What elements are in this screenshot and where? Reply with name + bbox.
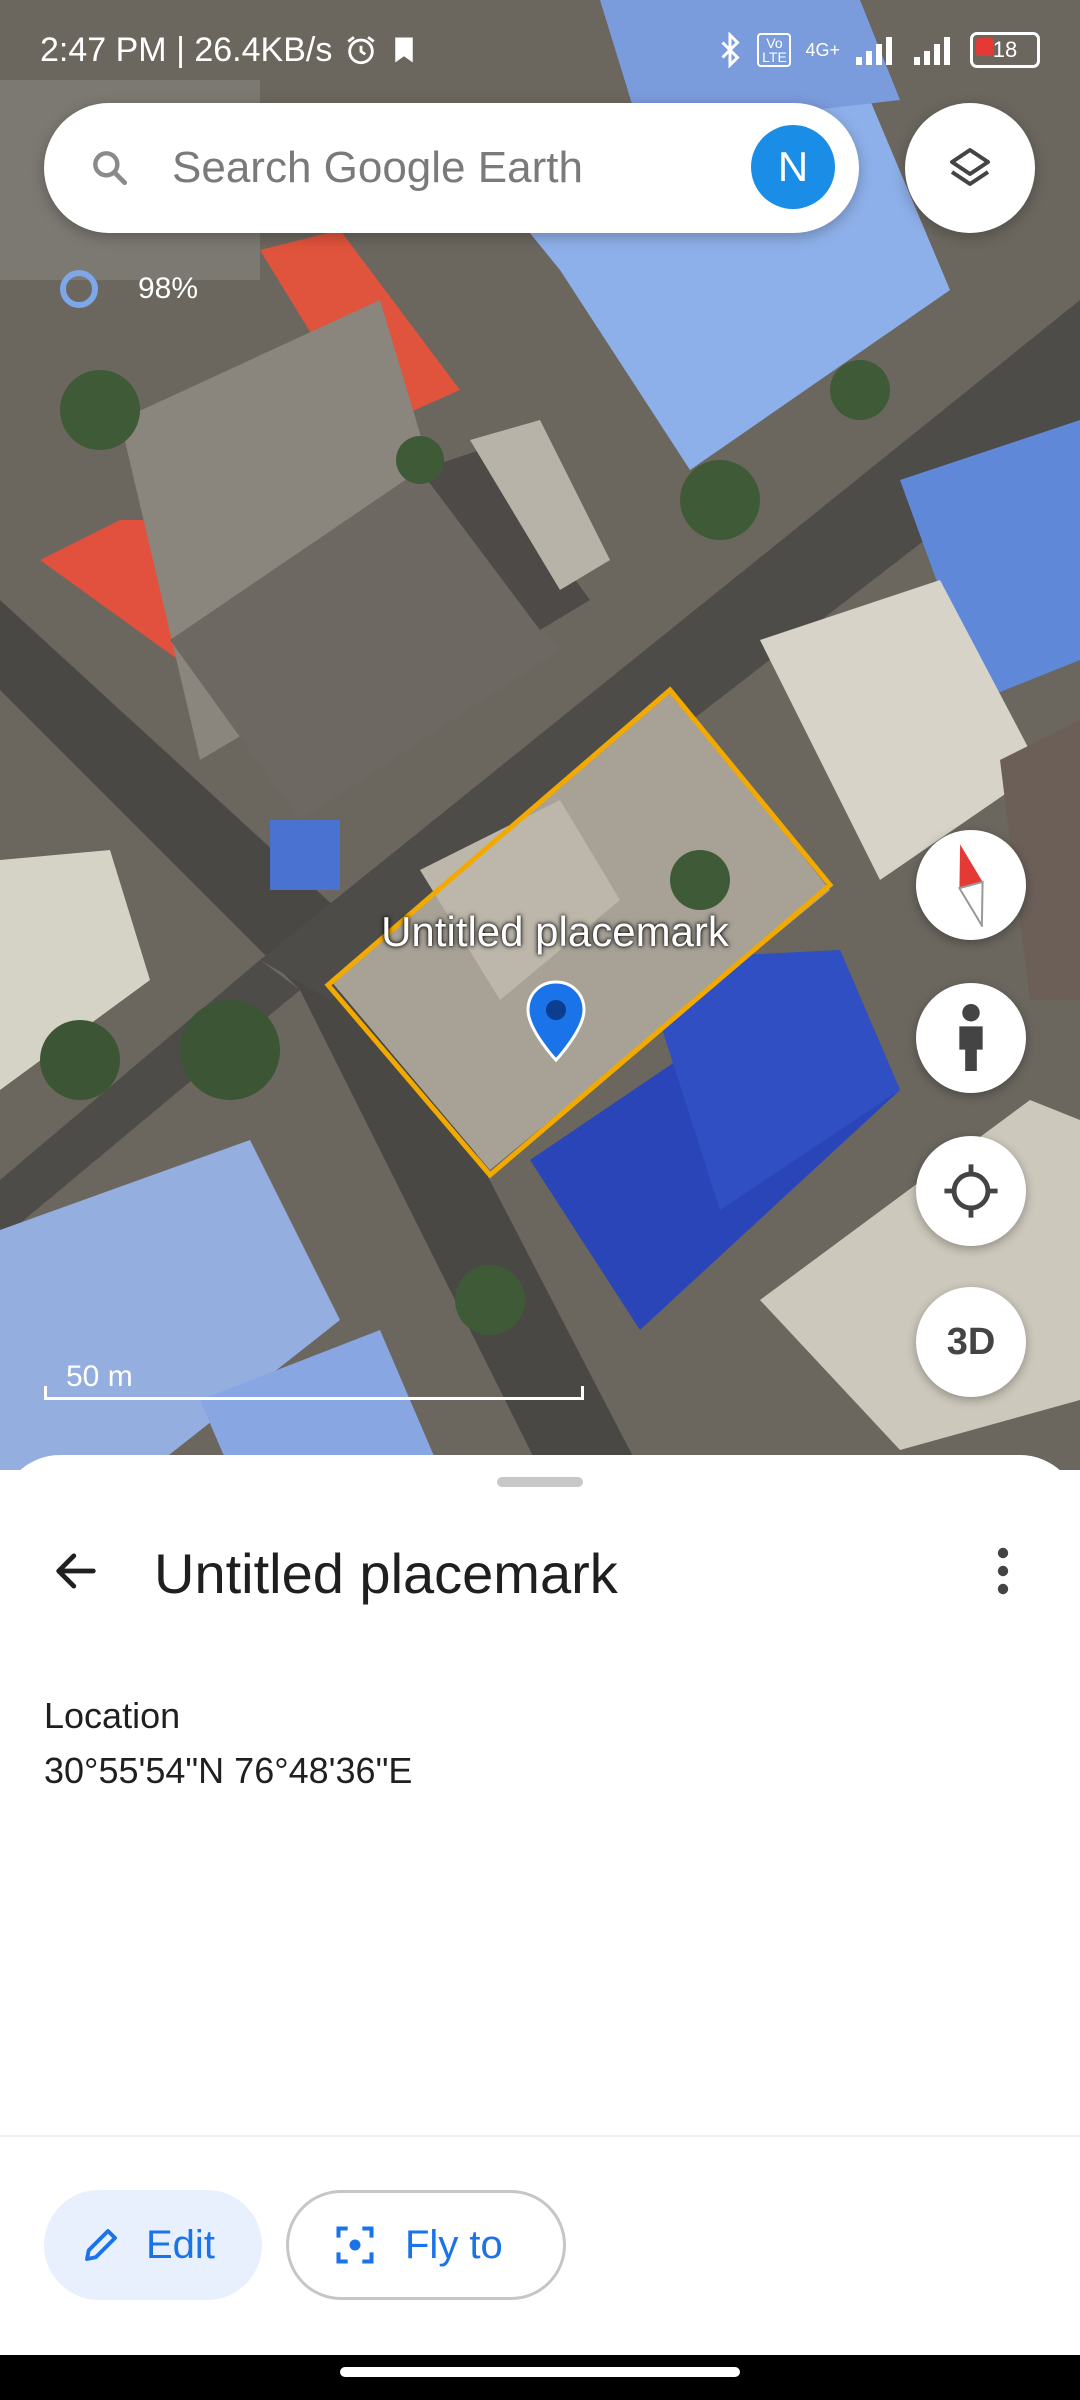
location-heading: Location (44, 1695, 181, 1736)
search-icon (93, 151, 128, 186)
pencil-icon (85, 2229, 117, 2261)
alarm-icon (347, 36, 375, 65)
fly-to-button[interactable]: Fly to (286, 2190, 566, 2300)
status-bar: 2:47 PM | 26.4KB/s Vo LTE 4G+ 18 (0, 0, 1080, 100)
signal-icon (856, 37, 892, 65)
edit-button[interactable]: Edit (44, 2190, 262, 2300)
street-view-button[interactable] (916, 983, 1026, 1093)
3d-label: 3D (946, 1320, 996, 1363)
search-bar[interactable]: Search Google Earth N (44, 103, 859, 233)
account-avatar[interactable]: N (751, 125, 835, 209)
fly-to-label: Fly to (405, 2222, 503, 2267)
3d-toggle-button[interactable]: 3D (916, 1287, 1026, 1397)
placemark-map-label: Untitled placemark (381, 908, 729, 955)
more-options-button[interactable] (975, 1535, 1031, 1607)
loading-indicator: 98% (60, 270, 198, 308)
divider (0, 2135, 1080, 2137)
scale-bar: 50 m (44, 1360, 584, 1400)
bookmark-notification-icon (395, 37, 414, 63)
placemark-title: Untitled placemark (154, 1542, 618, 1605)
pegman-icon (959, 1003, 983, 1072)
satellite-map[interactable]: 2:47 PM | 26.4KB/s Vo LTE 4G+ 18 Search … (0, 0, 1080, 1470)
back-button[interactable] (40, 1535, 112, 1607)
layers-icon (950, 148, 990, 186)
my-location-button[interactable] (916, 1136, 1026, 1246)
bluetooth-icon (721, 32, 741, 68)
loading-ring-icon (60, 270, 98, 308)
edit-label: Edit (146, 2222, 215, 2267)
layers-button[interactable] (905, 103, 1035, 233)
loading-percent: 98% (138, 272, 199, 305)
signal-icon-2 (914, 37, 950, 65)
compass-button[interactable] (916, 830, 1026, 940)
compass-icon (957, 844, 984, 927)
avatar-initial: N (777, 143, 809, 190)
bottom-sheet: Untitled placemark Location 30°55'54"N 7… (0, 1455, 1080, 2400)
home-gesture-handle[interactable] (340, 2367, 740, 2377)
arrow-back-icon (56, 1553, 96, 1589)
network-type: 4G+ (805, 39, 840, 60)
scale-line (44, 1386, 584, 1400)
battery-icon: 18 (970, 32, 1040, 68)
volte-badge: Vo LTE (757, 33, 792, 67)
my-location-icon (944, 1164, 998, 1218)
search-input[interactable]: Search Google Earth (172, 143, 583, 193)
navigation-bar (0, 2355, 1080, 2400)
drag-handle[interactable] (497, 1477, 583, 1487)
fly-to-icon (336, 2226, 374, 2264)
more-vert-icon (997, 1547, 1009, 1595)
location-coordinates: 30°55'54"N 76°48'36"E (44, 1750, 413, 1791)
status-time-speed: 2:47 PM | 26.4KB/s (40, 30, 333, 69)
placemark-pin-icon[interactable] (524, 980, 588, 1064)
battery-level: 18 (992, 37, 1018, 62)
